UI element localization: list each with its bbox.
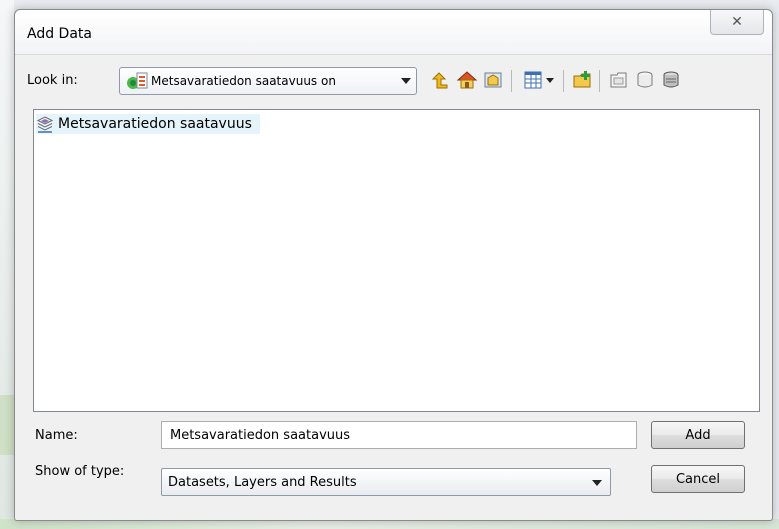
toolbar-separator (563, 70, 564, 92)
toolbar-separator (511, 70, 512, 92)
look-in-dropdown[interactable]: Metsavaratiedon saatavuus on (119, 67, 417, 95)
toggle-contents-pane-icon (524, 71, 542, 89)
toolbar-separator (599, 70, 600, 92)
chevron-down-icon (546, 77, 554, 83)
connect-to-folder-icon (484, 72, 502, 88)
name-label: Name: (35, 428, 78, 443)
cancel-button[interactable]: Cancel (651, 465, 745, 493)
file-list[interactable]: Metsavaratiedon saatavuus (33, 109, 760, 412)
toggle-contents-pane-button[interactable] (521, 68, 545, 92)
new-personal-geodatabase-icon (637, 71, 653, 88)
new-folder-icon (573, 71, 591, 88)
add-button-label: Add (685, 427, 711, 443)
new-personal-geodatabase-button[interactable] (633, 68, 657, 92)
up-one-level-icon (431, 72, 448, 89)
show-of-type-label: Show of type: (35, 464, 125, 479)
new-file-geodatabase-button[interactable] (607, 68, 631, 92)
chevron-down-icon (592, 480, 602, 486)
cancel-button-label: Cancel (675, 471, 721, 487)
title-bar[interactable]: Add Data ✕ (15, 10, 772, 55)
add-button[interactable]: Add (651, 421, 745, 449)
list-item-label: Metsavaratiedon saatavuus (58, 116, 252, 132)
new-shapefile-button[interactable] (659, 68, 683, 92)
view-menu-dropdown[interactable] (543, 68, 557, 92)
background-map-patch (0, 395, 14, 455)
chevron-down-icon (401, 78, 411, 84)
layer-icon (36, 116, 54, 133)
new-shapefile-icon (663, 71, 679, 88)
show-of-type-dropdown[interactable]: Datasets, Layers and Results (161, 468, 611, 496)
add-data-dialog: Add Data ✕ Look in: Metsavaratiedon saat… (14, 9, 773, 521)
new-file-geodatabase-icon (610, 72, 627, 88)
name-field[interactable] (161, 421, 637, 449)
look-in-label: Look in: (27, 73, 78, 88)
new-folder-button[interactable] (571, 68, 595, 92)
connect-to-folder-button[interactable] (481, 68, 505, 92)
list-item[interactable]: Metsavaratiedon saatavuus (36, 114, 260, 134)
close-icon: ✕ (731, 14, 743, 30)
dialog-title: Add Data (27, 26, 92, 42)
up-one-level-button[interactable] (427, 68, 451, 92)
home-button[interactable] (455, 68, 479, 92)
home-icon (456, 71, 478, 89)
show-of-type-value: Datasets, Layers and Results (168, 475, 357, 490)
look-in-value: Metsavaratiedon saatavuus on (151, 74, 336, 88)
close-button[interactable]: ✕ (710, 10, 764, 35)
geodatabase-icon (127, 72, 148, 89)
